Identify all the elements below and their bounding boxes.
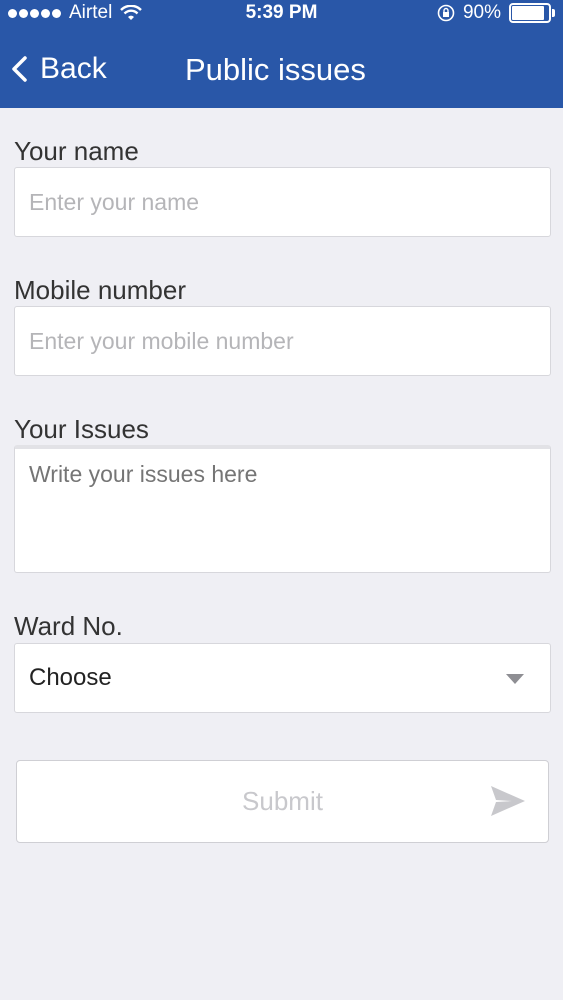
nav-bar: Back Public issues bbox=[0, 40, 563, 100]
submit-button[interactable]: Submit bbox=[16, 760, 549, 843]
chevron-down-icon bbox=[506, 674, 524, 684]
name-label: Your name bbox=[14, 136, 139, 166]
name-input[interactable] bbox=[14, 167, 551, 237]
battery-icon bbox=[509, 3, 555, 23]
ward-select[interactable]: Choose bbox=[14, 643, 551, 713]
back-label: Back bbox=[40, 52, 107, 85]
issues-label: Your Issues bbox=[14, 414, 149, 444]
page-title: Public issues bbox=[185, 52, 366, 87]
submit-label: Submit bbox=[242, 786, 323, 816]
mobile-input[interactable] bbox=[14, 306, 551, 376]
chevron-left-icon bbox=[12, 56, 27, 82]
status-bar: Airtel 5:39 PM 90% bbox=[0, 0, 563, 28]
orientation-lock-icon bbox=[437, 4, 455, 22]
ward-label: Ward No. bbox=[14, 611, 123, 641]
issues-textarea[interactable] bbox=[14, 445, 551, 573]
mobile-label: Mobile number bbox=[14, 275, 186, 305]
send-icon bbox=[491, 786, 525, 816]
battery-percent: 90% bbox=[462, 2, 501, 23]
header: Airtel 5:39 PM 90% Back Public issues bbox=[0, 0, 563, 108]
back-button[interactable]: Back bbox=[10, 52, 107, 86]
ward-selected-value: Choose bbox=[29, 664, 112, 691]
status-right: 90% bbox=[437, 2, 555, 24]
